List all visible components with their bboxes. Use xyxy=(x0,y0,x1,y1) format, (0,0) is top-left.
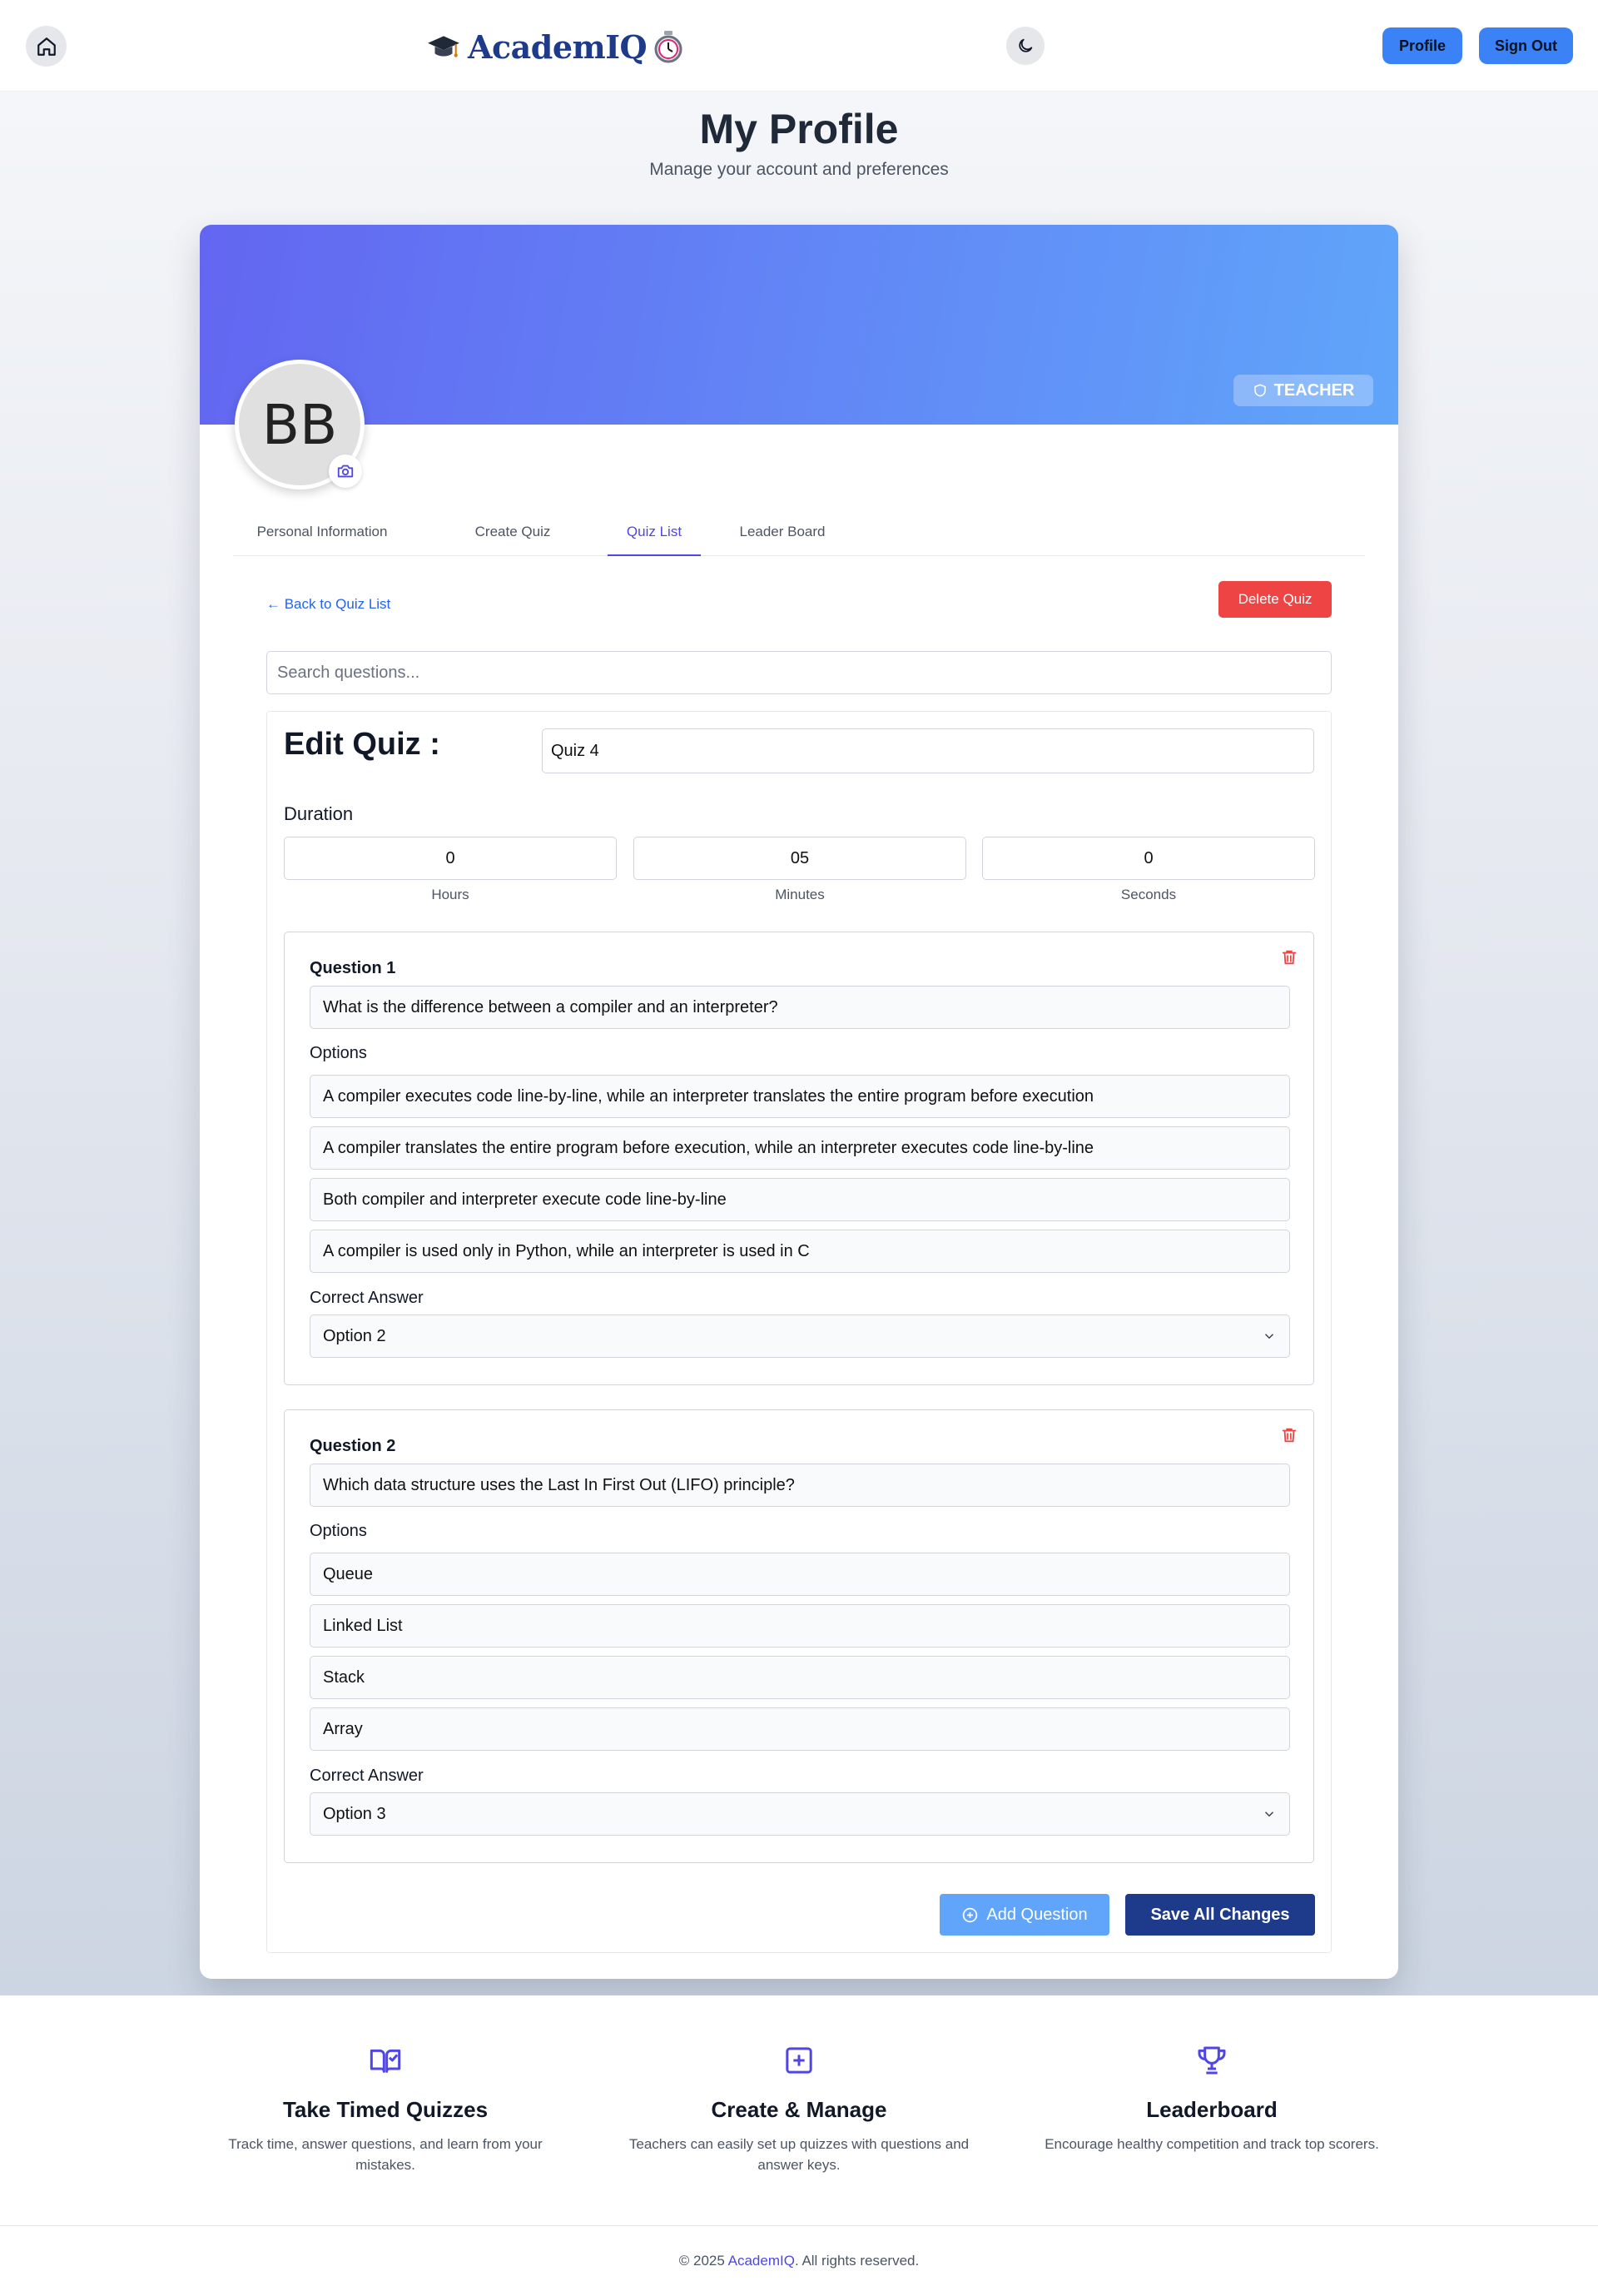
correct-answer-select[interactable]: Option 2 xyxy=(310,1314,1290,1358)
save-all-changes-button[interactable]: Save All Changes xyxy=(1125,1894,1315,1936)
change-avatar-button[interactable] xyxy=(329,455,362,488)
question-label: Question 1 xyxy=(310,959,396,977)
profile-tabs: Personal Information Create Quiz Quiz Li… xyxy=(233,509,1365,556)
option-input[interactable] xyxy=(310,1656,1290,1699)
plus-square-icon xyxy=(786,2047,812,2074)
hours-label: Hours xyxy=(431,887,469,902)
features-section: Take Timed Quizzes Track time, answer qu… xyxy=(0,1995,1598,2225)
question-label: Question 2 xyxy=(310,1437,396,1455)
quiz-editor: Edit Quiz : Duration Hours Minutes Secon… xyxy=(266,711,1332,1953)
theme-toggle-button[interactable] xyxy=(1006,27,1045,65)
correct-answer-label: Correct Answer xyxy=(310,1767,424,1785)
option-input[interactable] xyxy=(310,1230,1290,1273)
options-label: Options xyxy=(310,1522,367,1540)
question-card: Question 1 Options Correct Answer Option… xyxy=(284,932,1314,1385)
feature-title: Leaderboard xyxy=(1146,2097,1278,2122)
moon-icon xyxy=(1019,38,1033,52)
footer: © 2025 AcademIQ. All rights reserved. xyxy=(0,2225,1598,2295)
profile-card: TEACHER BB Personal Information Create Q… xyxy=(200,225,1398,1979)
delete-question-button[interactable] xyxy=(1280,1425,1298,1449)
search-questions-input[interactable] xyxy=(266,651,1332,694)
minutes-input[interactable] xyxy=(633,837,966,880)
back-to-quiz-list-link[interactable]: ← Back to Quiz List xyxy=(266,596,390,613)
add-question-label: Add Question xyxy=(986,1905,1088,1924)
minutes-label: Minutes xyxy=(775,887,825,902)
correct-answer-select[interactable]: Option 3 xyxy=(310,1792,1290,1836)
graduation-cap-icon xyxy=(428,36,459,57)
trash-icon xyxy=(1282,950,1297,965)
option-input[interactable] xyxy=(310,1075,1290,1118)
option-input[interactable] xyxy=(310,1604,1290,1647)
footer-brand-link[interactable]: AcademIQ xyxy=(728,2253,795,2269)
seconds-input[interactable] xyxy=(982,837,1315,880)
trophy-icon xyxy=(1198,2046,1226,2075)
option-input[interactable] xyxy=(310,1553,1290,1596)
tab-create-quiz[interactable]: Create Quiz xyxy=(451,509,574,556)
feature-title: Create & Manage xyxy=(711,2097,887,2122)
role-label: TEACHER xyxy=(1273,380,1355,400)
home-icon xyxy=(37,37,56,56)
question-card: Question 2 Options Correct Answer Option… xyxy=(284,1409,1314,1863)
edit-quiz-title: Edit Quiz : xyxy=(284,727,440,762)
camera-icon xyxy=(337,465,354,478)
sign-out-button[interactable]: Sign Out xyxy=(1479,27,1573,64)
profile-banner xyxy=(200,225,1398,425)
tab-quiz-list[interactable]: Quiz List xyxy=(608,509,701,556)
home-button[interactable] xyxy=(26,26,67,67)
shield-icon xyxy=(1253,384,1266,397)
question-text-input[interactable] xyxy=(310,986,1290,1029)
feature-text: Track time, answer questions, and learn … xyxy=(228,2136,543,2173)
profile-button[interactable]: Profile xyxy=(1382,27,1462,64)
feature-title: Take Timed Quizzes xyxy=(282,2097,489,2122)
correct-answer-label: Correct Answer xyxy=(310,1289,424,1307)
brand-logo[interactable]: AcademIQ xyxy=(426,25,683,68)
stopwatch-icon xyxy=(654,31,682,63)
option-input[interactable] xyxy=(310,1178,1290,1221)
footer-copyright: © 2025 xyxy=(678,2253,728,2269)
chevron-down-icon xyxy=(1264,1811,1274,1817)
feature-text: Teachers can easily set up quizzes with … xyxy=(628,2136,970,2173)
correct-answer-value: Option 2 xyxy=(323,1326,386,1345)
quiz-name-input[interactable] xyxy=(542,728,1314,773)
delete-quiz-button[interactable]: Delete Quiz xyxy=(1218,581,1332,618)
seconds-label: Seconds xyxy=(1120,887,1177,902)
trash-icon xyxy=(1282,1428,1297,1443)
plus-circle-icon xyxy=(963,1907,978,1922)
option-input[interactable] xyxy=(310,1707,1290,1751)
tab-leader-board[interactable]: Leader Board xyxy=(734,509,831,556)
add-question-button[interactable]: Add Question xyxy=(940,1894,1109,1936)
duration-label: Duration xyxy=(284,803,354,824)
book-check-icon xyxy=(370,2049,401,2073)
chevron-down-icon xyxy=(1264,1334,1274,1339)
correct-answer-value: Option 3 xyxy=(323,1804,386,1823)
page-subtitle: Manage your account and preferences xyxy=(649,160,949,179)
main-content: My Profile Manage your account and prefe… xyxy=(0,92,1598,1995)
role-badge: TEACHER xyxy=(1233,375,1373,406)
tab-personal-information[interactable]: Personal Information xyxy=(233,509,411,556)
brand-name: AcademIQ xyxy=(468,27,648,66)
options-label: Options xyxy=(310,1044,367,1062)
option-input[interactable] xyxy=(310,1126,1290,1170)
delete-question-button[interactable] xyxy=(1280,947,1298,972)
question-text-input[interactable] xyxy=(310,1464,1290,1507)
feature-text: Encourage healthy competition and track … xyxy=(1045,2136,1379,2152)
top-navbar: AcademIQ Profile Sign Out xyxy=(0,0,1598,92)
footer-rights: . All rights reserved. xyxy=(794,2253,920,2269)
hours-input[interactable] xyxy=(284,837,617,880)
page-title: My Profile xyxy=(699,106,899,152)
